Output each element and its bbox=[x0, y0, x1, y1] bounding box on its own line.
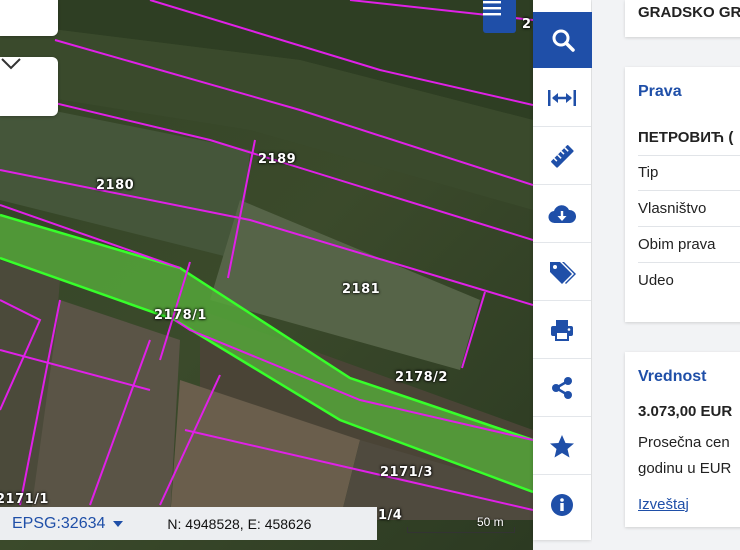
share-button[interactable] bbox=[533, 360, 591, 417]
owner-name: ПЕТРОВИЋ ( bbox=[638, 129, 734, 146]
app-root: 2189 2180 2181 2178/1 2178/2 2171/3 2171… bbox=[0, 0, 740, 550]
parcel-label: 2180 bbox=[96, 178, 135, 193]
ruler-icon bbox=[551, 145, 574, 168]
epsg-label: EPSG:32634 bbox=[12, 514, 106, 532]
divider bbox=[638, 155, 740, 156]
search-icon bbox=[552, 29, 575, 52]
map-view[interactable]: 2189 2180 2181 2178/1 2178/2 2171/3 2171… bbox=[0, 0, 533, 550]
parcel-label: 2 bbox=[522, 17, 532, 32]
prava-card: Prava ПЕТРОВИЋ ( Tip Vlasništvo Obim pra… bbox=[625, 67, 740, 322]
ruler-button[interactable] bbox=[533, 128, 591, 185]
parcel-label: 2178/1 bbox=[154, 308, 207, 323]
epsg-selector[interactable]: EPSG:32634 bbox=[12, 514, 124, 533]
divider bbox=[638, 262, 740, 263]
divider bbox=[638, 190, 740, 191]
map-canvas[interactable] bbox=[0, 0, 533, 550]
layer-dropdown[interactable] bbox=[0, 57, 58, 116]
favorite-button[interactable] bbox=[533, 418, 591, 475]
value-description-line1: Prosečna cen bbox=[638, 434, 730, 451]
details-panel: GRADSKO GR Prava ПЕТРОВИЋ ( Tip Vlasništ… bbox=[592, 0, 740, 550]
location-title: GRADSKO GR bbox=[638, 4, 740, 21]
print-button[interactable] bbox=[533, 302, 591, 359]
value-description-line2: godinu u EUR bbox=[638, 460, 732, 477]
info-icon bbox=[551, 493, 573, 516]
location-card: GRADSKO GR bbox=[625, 0, 740, 37]
tags-button[interactable] bbox=[533, 244, 591, 301]
parcel-label: 2171/1 bbox=[0, 492, 49, 507]
cloud-download-icon bbox=[548, 205, 576, 224]
report-link[interactable]: Izveštaj bbox=[638, 496, 689, 513]
value-amount: 3.073,00 EUR bbox=[638, 403, 733, 420]
chevron-down-icon bbox=[1, 58, 21, 70]
prava-title: Prava bbox=[638, 83, 682, 100]
search-tool-button[interactable] bbox=[533, 12, 592, 68]
tags-icon bbox=[550, 262, 576, 284]
vrednost-card: Vrednost 3.073,00 EUR Prosečna cen godin… bbox=[625, 352, 740, 527]
download-button[interactable] bbox=[533, 186, 591, 243]
hamburger-menu-icon bbox=[483, 1, 501, 16]
field-label-udeo: Udeo bbox=[638, 272, 674, 289]
print-icon bbox=[551, 320, 573, 341]
divider bbox=[638, 226, 740, 227]
parcel-label: 2178/2 bbox=[395, 370, 448, 385]
scale-indicator: 50 m bbox=[377, 507, 533, 540]
field-label-obim-prava: Obim prava bbox=[638, 236, 716, 253]
scale-label: 50 m bbox=[477, 515, 504, 529]
parcel-label: 2181 bbox=[342, 282, 381, 297]
menu-button[interactable] bbox=[483, 0, 516, 33]
parcel-label: 2171/3 bbox=[380, 465, 433, 480]
info-button[interactable] bbox=[533, 476, 591, 533]
vrednost-title: Vrednost bbox=[638, 368, 707, 385]
caret-down-icon bbox=[113, 520, 124, 527]
map-toolbar bbox=[533, 0, 592, 540]
measure-distance-button[interactable] bbox=[533, 70, 591, 127]
status-bar: EPSG:32634 N: 4948528, E: 458626 bbox=[0, 507, 377, 540]
map-search-box[interactable] bbox=[0, 0, 58, 36]
share-icon bbox=[552, 377, 572, 399]
field-label-tip: Tip bbox=[638, 164, 659, 181]
field-label-vlasnistvo: Vlasništvo bbox=[638, 200, 707, 217]
parcel-label: 2189 bbox=[258, 152, 297, 167]
star-icon bbox=[550, 435, 574, 458]
measure-distance-icon bbox=[548, 90, 576, 106]
coordinates-readout: N: 4948528, E: 458626 bbox=[167, 515, 312, 532]
